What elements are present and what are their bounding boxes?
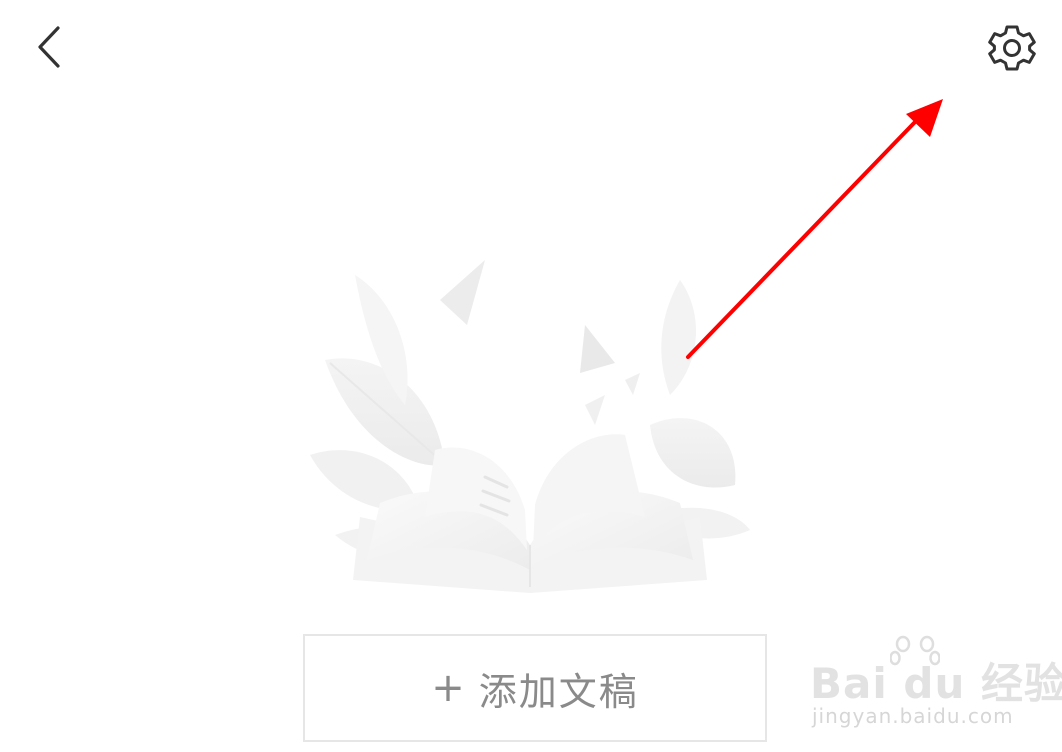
- gear-icon: [988, 25, 1036, 71]
- empty-state-illustration: [310, 260, 750, 593]
- paper-shard-3: [625, 373, 640, 395]
- add-draft-button[interactable]: + 添加文稿: [303, 634, 767, 742]
- watermark-brand: Bai du 经验: [810, 659, 1062, 708]
- settings-button[interactable]: [982, 18, 1042, 78]
- plus-icon: +: [431, 665, 467, 711]
- leaf-right-tall: [661, 280, 697, 395]
- back-button[interactable]: [22, 20, 76, 74]
- leaf-right-large: [650, 418, 736, 488]
- paper-shard-4: [585, 395, 605, 425]
- watermark: Bai du 经验 jingyan.baidu.com: [810, 630, 1062, 745]
- add-draft-label: 添加文稿: [478, 669, 639, 714]
- watermark-url: jingyan.baidu.com: [812, 704, 1014, 728]
- chevron-left-icon: [38, 26, 60, 68]
- paper-shard-1: [440, 260, 485, 325]
- paper-shard-2: [580, 325, 615, 373]
